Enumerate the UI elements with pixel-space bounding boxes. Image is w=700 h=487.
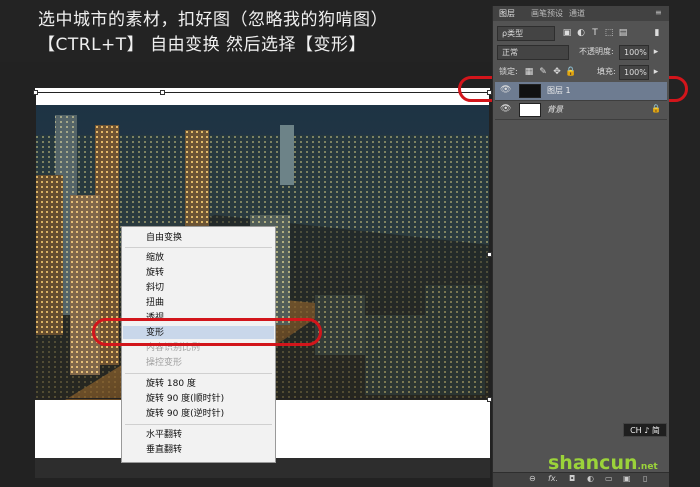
fill-label: 填充:	[597, 67, 616, 76]
lock-icon: 🔒	[651, 104, 661, 113]
site-watermark: shancun.net	[548, 452, 658, 474]
warp-annotation-oval	[92, 318, 322, 346]
layer-row-layer-1[interactable]: 👁 图层 1	[495, 82, 667, 101]
lock-row: 锁定: ▦ ✎ ✥ 🔒 填充: 100% ▸	[493, 64, 669, 81]
filter-kind-select[interactable]: ρ类型	[497, 26, 555, 41]
tab-channels[interactable]: 通道	[569, 8, 585, 19]
link-icon[interactable]: ⊖	[529, 474, 536, 483]
menu-separator	[125, 424, 272, 425]
caption-line-2: 【CTRL+T】 自由变换 然后选择【变形】	[38, 35, 366, 55]
menu-item-flip-vertical[interactable]: 垂直翻转	[146, 444, 182, 456]
tab-brush-presets[interactable]: 画笔预设	[531, 8, 563, 19]
tutorial-caption: 选中城市的素材，扣好图（忽略我的狗啃图） 【CTRL+T】 自由变换 然后选择【…	[38, 8, 388, 58]
layer-name[interactable]: 背景	[547, 104, 563, 115]
eye-icon[interactable]: 👁	[500, 104, 511, 114]
layer-thumbnail	[519, 84, 541, 98]
blend-row: 正常 不透明度: 100% ▸	[493, 44, 669, 61]
panel-tabs: 图层 画笔预设 通道 ≡	[493, 6, 669, 21]
transform-handle-top-center[interactable]	[160, 90, 165, 95]
menu-item-scale[interactable]: 缩放	[146, 252, 164, 264]
menu-item-puppet-warp[interactable]: 操控变形	[146, 357, 182, 369]
filter-row: ρ类型 ▣ ◐ T ⬚ ▤ ▮	[493, 25, 669, 42]
fill-input[interactable]: 100%	[619, 65, 649, 80]
transform-handle-top-left[interactable]	[33, 90, 38, 95]
filter-toggle-icon[interactable]: ▮	[651, 26, 663, 40]
trash-icon[interactable]: ▯	[643, 474, 647, 483]
new-layer-icon[interactable]: ▣	[623, 474, 631, 483]
fx-icon[interactable]: fx.	[548, 474, 558, 483]
lock-brush-icon[interactable]: ✎	[537, 65, 549, 79]
menu-item-flip-horizontal[interactable]: 水平翻转	[146, 429, 182, 441]
menu-item-distort[interactable]: 扭曲	[146, 297, 164, 309]
opacity-dropdown-icon[interactable]: ▸	[650, 45, 662, 59]
caption-line-1: 选中城市的素材，扣好图（忽略我的狗啃图）	[38, 10, 388, 30]
menu-item-free-transform[interactable]: 自由变换	[146, 232, 182, 244]
adjustment-icon[interactable]: ◐	[587, 474, 594, 483]
blend-mode-select[interactable]: 正常	[497, 45, 569, 60]
layer-row-background[interactable]: 👁 背景 🔒	[495, 101, 667, 120]
layers-panel: 图层 画笔预设 通道 ≡ ρ类型 ▣ ◐ T ⬚ ▤ ▮ 正常 不透明度: 10…	[492, 6, 669, 487]
lock-move-icon[interactable]: ✥	[551, 65, 563, 79]
eye-icon[interactable]: 👁	[500, 85, 511, 95]
filter-adjustment-icon[interactable]: ◐	[575, 26, 587, 40]
menu-item-rotate-180[interactable]: 旋转 180 度	[146, 378, 196, 390]
menu-item-skew[interactable]: 斜切	[146, 282, 164, 294]
layer-thumbnail	[519, 103, 541, 117]
menu-item-rotate[interactable]: 旋转	[146, 267, 164, 279]
filter-shape-icon[interactable]: ⬚	[603, 26, 615, 40]
menu-item-rotate-90-cw[interactable]: 旋转 90 度(顺时针)	[146, 393, 224, 405]
opacity-input[interactable]: 100%	[619, 45, 649, 60]
panel-menu-icon[interactable]: ≡	[655, 8, 662, 17]
watermark-text: shancun	[548, 452, 638, 474]
lock-transparent-icon[interactable]: ▦	[523, 65, 535, 79]
filter-pixel-icon[interactable]: ▣	[561, 26, 573, 40]
menu-item-rotate-90-ccw[interactable]: 旋转 90 度(逆时针)	[146, 408, 224, 420]
mask-icon[interactable]: ◘	[569, 474, 575, 483]
filter-type-icon[interactable]: T	[589, 26, 601, 40]
panel-bottom-bar: ⊖ fx. ◘ ◐ ▭ ▣ ▯	[493, 472, 669, 487]
opacity-label: 不透明度:	[579, 47, 614, 56]
folder-icon[interactable]: ▭	[605, 474, 613, 483]
fill-dropdown-icon[interactable]: ▸	[650, 65, 662, 79]
layer-name[interactable]: 图层 1	[547, 85, 571, 96]
lock-all-icon[interactable]: 🔒	[565, 65, 577, 79]
ime-badge[interactable]: CH ♪ 简	[623, 423, 667, 437]
watermark-domain: .net	[637, 462, 658, 472]
menu-separator	[125, 247, 272, 248]
menu-separator	[125, 373, 272, 374]
tab-layers[interactable]: 图层	[499, 8, 515, 19]
filter-smart-object-icon[interactable]: ▤	[617, 26, 629, 40]
lock-label: 锁定:	[499, 67, 518, 76]
